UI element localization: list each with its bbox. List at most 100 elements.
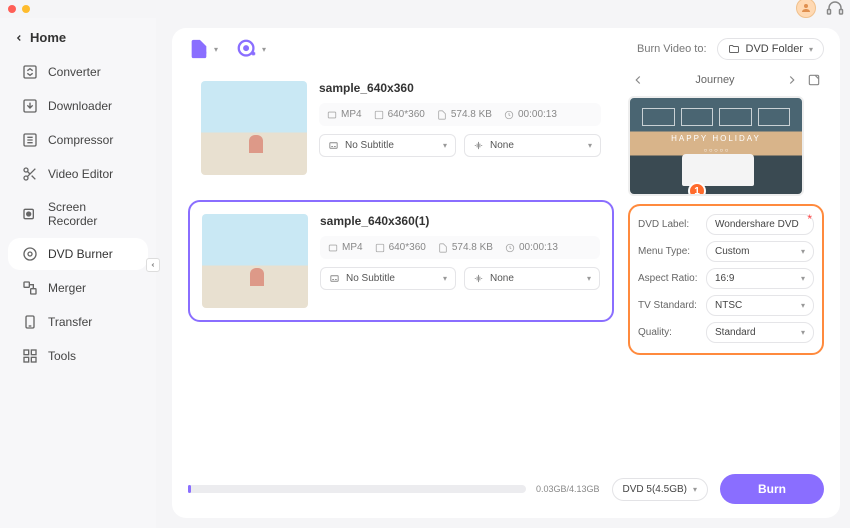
download-icon [22,98,38,114]
template-preview[interactable]: HAPPY HOLIDAY ○ ○ ○ ○ ○ 1 [628,96,804,196]
sidebar-item-screen-recorder[interactable]: Screen Recorder [8,192,148,236]
file-meta-row: MP4 640*360 574.8 KB 00:00:13 [320,236,600,259]
aspect-ratio-label: Aspect Ratio: [638,273,700,284]
audio-select[interactable]: None ▾ [464,267,600,290]
support-button[interactable] [826,0,844,17]
back-home-button[interactable]: Home [0,24,156,55]
sidebar-item-dvd-burner[interactable]: DVD Burner [8,238,148,270]
file-icon [438,243,448,253]
tv-standard-select[interactable]: NTSC▾ [706,295,814,316]
titlebar [0,0,850,18]
disc-icon [22,246,38,262]
subtitle-icon [328,140,339,151]
dvd-label-label: DVD Label: [638,219,700,230]
chevron-down-icon: ▾ [801,274,805,283]
person-icon [800,2,812,14]
prev-template-button[interactable] [630,72,646,88]
chevron-down-icon: ▾ [801,328,805,337]
add-file-button[interactable]: ▾ [188,38,218,60]
sidebar-label: Compressor [48,133,113,147]
compressor-icon [22,132,38,148]
file-name: sample_640x360 [319,81,601,95]
sidebar-label: Downloader [48,99,112,113]
add-file-icon [188,38,210,60]
sidebar-label: DVD Burner [48,247,113,261]
sidebar-item-downloader[interactable]: Downloader [8,90,148,122]
chevron-down-icon: ▾ [809,45,813,54]
video-thumbnail[interactable] [202,214,308,308]
file-card[interactable]: sample_640x360 MP4 640*360 574.8 KB 00:0… [188,68,614,188]
chevron-down-icon: ▾ [588,141,592,150]
file-list: sample_640x360 MP4 640*360 574.8 KB 00:0… [188,62,614,464]
sidebar-item-merger[interactable]: Merger [8,272,148,304]
right-panel: Journey HAPPY HOLIDAY ○ ○ ○ ○ ○ 1 DVD La… [628,62,824,464]
disc-type-select[interactable]: DVD 5(4.5GB) ▾ [612,478,708,501]
scissors-icon [22,166,38,182]
burn-to-label: Burn Video to: [637,43,707,55]
folder-icon [728,43,740,55]
main-panel: ▾ ▾ Burn Video to: DVD Folder ▾ [172,28,840,518]
template-nav: Journey [628,68,824,96]
user-avatar[interactable] [796,0,816,18]
bottom-bar: 0.03GB/4.13GB DVD 5(4.5GB) ▾ Burn [172,464,840,518]
minimize-window-button[interactable] [22,5,30,13]
audio-icon [473,273,484,284]
subtitle-select[interactable]: No Subtitle ▾ [319,134,456,157]
edit-template-button[interactable] [806,72,822,88]
burn-to-select[interactable]: DVD Folder ▾ [717,38,824,60]
file-meta-row: MP4 640*360 574.8 KB 00:00:13 [319,103,601,126]
menu-type-select[interactable]: Custom▾ [706,241,814,262]
next-template-button[interactable] [784,72,800,88]
clock-icon [505,243,515,253]
toolbar: ▾ ▾ Burn Video to: DVD Folder ▾ [172,28,840,62]
file-card[interactable]: sample_640x360(1) MP4 640*360 574.8 KB 0… [188,200,614,322]
format-icon [328,243,338,253]
sidebar: Home Converter Downloader Compressor Vid… [0,18,156,528]
chevron-down-icon: ▾ [443,141,447,150]
sidebar-item-video-editor[interactable]: Video Editor [8,158,148,190]
burn-button[interactable]: Burn [720,474,824,504]
template-name: Journey [695,74,734,86]
sidebar-item-tools[interactable]: Tools [8,340,148,372]
chevron-left-icon [14,33,24,43]
edit-icon [807,73,821,87]
dvd-settings: DVD Label: Wondershare DVD Menu Type: Cu… [628,204,824,355]
subtitle-icon [329,273,340,284]
chevron-left-icon [631,73,645,87]
close-window-button[interactable] [8,5,16,13]
chevron-down-icon: ▾ [587,274,591,283]
sidebar-item-transfer[interactable]: Transfer [8,306,148,338]
sidebar-item-converter[interactable]: Converter [8,56,148,88]
audio-select[interactable]: None ▾ [464,134,601,157]
quality-label: Quality: [638,327,700,338]
capacity-text: 0.03GB/4.13GB [536,484,600,494]
sidebar-item-compressor[interactable]: Compressor [8,124,148,156]
tv-standard-label: TV Standard: [638,300,700,311]
chevron-down-icon: ▾ [443,274,447,283]
preview-text: HAPPY HOLIDAY [630,134,802,143]
audio-icon [473,140,484,151]
chevron-down-icon: ▾ [693,485,697,494]
video-thumbnail[interactable] [201,81,307,175]
sidebar-label: Video Editor [48,167,113,181]
add-disc-icon [236,38,258,60]
sidebar-label: Merger [48,281,86,295]
chevron-right-icon [785,73,799,87]
file-icon [437,110,447,120]
transfer-icon [22,314,38,330]
callout-badge: 1 [688,182,706,196]
quality-select[interactable]: Standard▾ [706,322,814,343]
converter-icon [22,64,38,80]
aspect-ratio-select[interactable]: 16:9▾ [706,268,814,289]
format-icon [327,110,337,120]
collapse-sidebar-button[interactable] [146,258,160,272]
headset-icon [826,0,844,17]
add-disc-button[interactable]: ▾ [236,38,266,60]
file-name: sample_640x360(1) [320,214,600,228]
sidebar-label: Transfer [48,315,92,329]
chevron-down-icon: ▾ [214,45,218,54]
clock-icon [504,110,514,120]
capacity-progress [188,485,526,493]
dvd-label-input[interactable]: Wondershare DVD [706,214,814,235]
subtitle-select[interactable]: No Subtitle ▾ [320,267,456,290]
